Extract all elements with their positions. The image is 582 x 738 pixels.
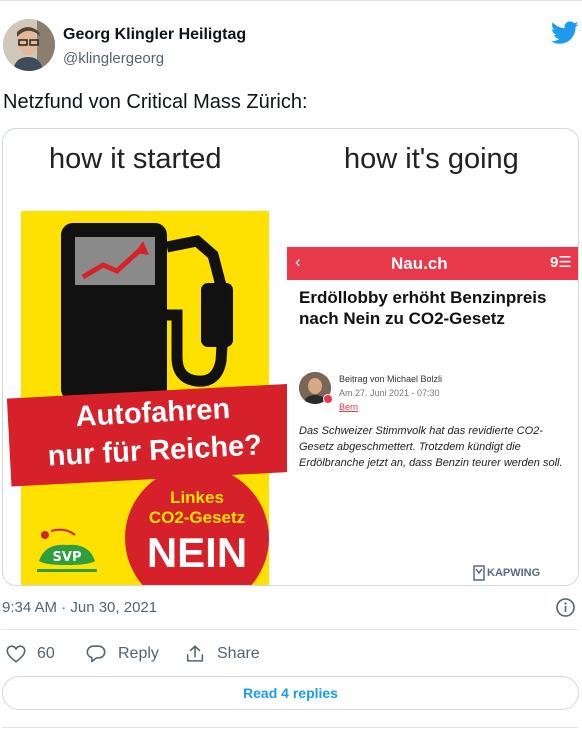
reply-bubble-icon (86, 645, 106, 663)
tweet-media[interactable]: how it started how it's going Autofahren… (2, 128, 579, 586)
tweet-timestamp[interactable]: 9:34 AM · Jun 30, 2021 (2, 599, 157, 616)
article-place: Bern (339, 402, 359, 412)
poster-banner: Autofahren nur für Reiche? (6, 383, 302, 487)
fuel-pump-icon (61, 223, 233, 401)
article-body: Das Schweizer Stimmvolk hat das revidier… (299, 425, 563, 469)
svp-poster: Autofahren nur für Reiche? Linkes CO2-Ge… (6, 211, 302, 585)
divider (2, 629, 578, 630)
nau-brand: Nau.ch (391, 254, 448, 273)
heart-icon (6, 645, 26, 663)
avatar[interactable] (3, 19, 55, 71)
top-divider (0, 0, 582, 1)
article-headline: Erdöllobby erhöht Benzinpreis nach Nein … (299, 288, 547, 328)
divider (2, 727, 578, 728)
author-name[interactable]: Georg Klingler Heiligtag (63, 26, 246, 44)
reply-label: Reply (118, 645, 159, 662)
article-date: Am 27. Juni 2021 - 07:30 (339, 388, 440, 398)
kapwing-watermark: KAPWING (487, 567, 541, 579)
back-chevron-icon: ‹ (295, 252, 301, 271)
nau-header: ‹ Nau.ch 9☰ (287, 247, 578, 280)
caption-how-it-started: how it started (49, 143, 222, 175)
tweet-text: Netzfund von Critical Mass Zürich: (3, 91, 308, 113)
author-badge-icon (323, 394, 333, 404)
share-icon (186, 645, 204, 662)
svg-text:SVP: SVP (53, 550, 82, 565)
author-handle[interactable]: @klinglergeorg (63, 50, 164, 67)
svp-logo: SVP (37, 528, 97, 572)
twitter-bird-icon[interactable] (551, 21, 579, 45)
article-author: Beitrag von Michael Bolzli (339, 374, 443, 384)
read-replies-button[interactable]: Read 4 replies (2, 676, 579, 710)
caption-how-its-going: how it's going (344, 143, 519, 175)
circle-line-1: Linkes (170, 488, 224, 507)
info-icon[interactable] (555, 597, 576, 618)
nein-text: NEIN (146, 529, 248, 576)
nau-menu-icon: 9☰ (550, 254, 572, 271)
like-count: 60 (37, 645, 55, 662)
share-label: Share (217, 645, 260, 662)
circle-line-2: CO2-Gesetz (148, 508, 246, 527)
nau-article: ‹ Nau.ch 9☰ Erdöllobby erhöht Benzinprei… (287, 247, 578, 585)
nein-circle: Linkes CO2-Gesetz NEIN (125, 466, 269, 585)
kapwing-logo-icon (473, 565, 485, 581)
